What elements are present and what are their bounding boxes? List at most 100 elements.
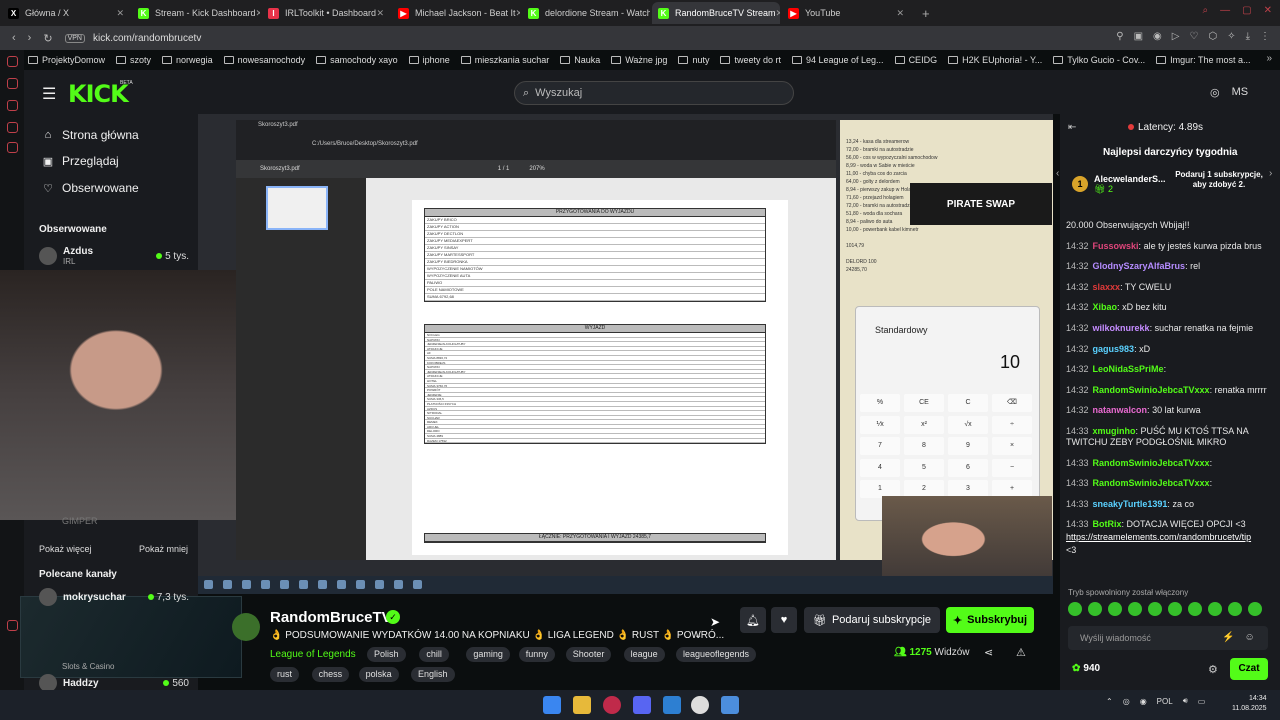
extensions-icon[interactable]: ✧ (1227, 31, 1235, 42)
follow-heart-button[interactable]: ♥ (771, 607, 797, 633)
emote-icon[interactable] (1088, 602, 1102, 616)
stream-tag[interactable]: Shooter (565, 647, 612, 662)
search-input[interactable]: ⌕ Wyszukaj (514, 81, 794, 105)
expand-title-chevron-icon[interactable]: ⌄ (694, 630, 702, 641)
subscribe-button[interactable]: ✦ Subskrybuj (946, 607, 1034, 633)
reload-icon[interactable]: ↻ (43, 32, 52, 45)
vpn-badge[interactable]: VPN (64, 33, 85, 43)
stream-tag[interactable]: funny (518, 647, 555, 662)
bookmark-item[interactable]: nowesamochody (223, 55, 305, 65)
wallet-icon[interactable]: ⬡ (1208, 31, 1217, 42)
channel-name[interactable]: RandomBruceTV (270, 609, 392, 626)
bookmark-item[interactable]: szoty (116, 55, 151, 65)
browser-tab[interactable]: ▶ YouTube ✕ (782, 2, 910, 24)
chevron-right-icon[interactable]: › (1269, 168, 1272, 179)
forward-icon[interactable]: › (28, 32, 32, 44)
message-user[interactable]: Xibao (1093, 302, 1118, 312)
stream-tag[interactable]: gaming (466, 647, 510, 662)
minimize-button[interactable]: — (1220, 5, 1230, 16)
bookmark-item[interactable]: tweety do rt (720, 55, 781, 65)
browser-tab[interactable]: ▶ Michael Jackson - Beat It ✕ (392, 2, 520, 24)
screenshot-icon[interactable]: ▣ (1134, 31, 1143, 42)
bookmark-item[interactable]: Nauka (560, 55, 600, 65)
stream-category[interactable]: League of Legends (270, 649, 356, 660)
stream-tag[interactable]: polska (358, 667, 399, 682)
emote-icon[interactable] (1228, 602, 1242, 616)
tray-app-icon[interactable]: ◎ (1123, 697, 1130, 706)
emote-icon[interactable] (1168, 602, 1182, 616)
new-tab-button[interactable]: + (922, 6, 930, 21)
stream-tag[interactable]: rust (270, 667, 300, 682)
nav-item[interactable]: ▣ Przeglądaj (40, 154, 119, 168)
close-tab-icon[interactable]: ✕ (516, 8, 520, 19)
user-avatar[interactable]: MS (1232, 86, 1249, 99)
clock[interactable]: 14:34 11.08.2025 (1232, 694, 1267, 714)
close-tab-icon[interactable]: ✕ (256, 8, 260, 19)
browser-tab[interactable]: Kdelordione Stream - Watch✕ (522, 2, 650, 24)
emote-icon[interactable] (1108, 602, 1122, 616)
browser-tab[interactable]: K Stream - Kick Dashboard ✕ (132, 2, 260, 24)
messenger-icon[interactable] (663, 696, 681, 714)
bookmark-item[interactable]: 94 League of Leg... (791, 55, 884, 65)
close-tab-icon[interactable]: ✕ (116, 8, 124, 19)
gift-subscription-button[interactable]: 🎁︎ Podaruj subskrypcje (804, 607, 940, 633)
close-tab-icon[interactable]: ✕ (896, 8, 904, 19)
battery-icon[interactable]: ▭ (1198, 697, 1206, 706)
bookmark-item[interactable]: H2K EUphoria! - Y... (948, 55, 1042, 65)
stream-tag[interactable]: chess (311, 667, 350, 682)
emote-icon[interactable] (1148, 602, 1162, 616)
recommended-channel[interactable]: mokrysuchar 7,3 tys. (39, 588, 189, 606)
bookmark-item[interactable]: Imgur: The most a... (1156, 55, 1251, 65)
emote-icon[interactable] (1128, 602, 1142, 616)
bookmark-item[interactable]: CEIDG (894, 55, 937, 65)
nav-item[interactable]: ⌂ Strona główna (40, 128, 139, 142)
bookmark-item[interactable]: Ważne jpg (611, 55, 667, 65)
start-icon[interactable] (543, 696, 561, 714)
commands-icon[interactable]: ⚡ (1222, 632, 1234, 643)
message-user[interactable]: Fussowski (1093, 241, 1139, 251)
browser-icon[interactable] (603, 696, 621, 714)
message-user[interactable]: BotRix (1093, 519, 1122, 529)
channel-points[interactable]: ✿ 940 (1072, 663, 1100, 674)
bookmark-item[interactable]: mieszkania suchar (460, 55, 549, 65)
message-user[interactable]: gagus983 (1093, 344, 1135, 354)
message-user[interactable]: RandomSwinioJebcaTVxxx (1093, 478, 1210, 488)
sidebar-app-icon[interactable] (7, 56, 18, 67)
emoji-icon[interactable]: ☺ (1244, 632, 1254, 643)
all-bookmarks-icon[interactable]: » (1266, 53, 1272, 64)
url-text[interactable]: kick.com/randombrucetv (93, 33, 201, 44)
message-user[interactable]: RandomSwinioJebcaTVxxx (1093, 458, 1210, 468)
emote-icon[interactable] (1068, 602, 1082, 616)
play-icon[interactable]: ▷ (1172, 31, 1180, 42)
message-user[interactable]: GlodnySzaryAlfaBrus (1093, 261, 1186, 271)
browser-tab[interactable]: X Główna / X ✕ (2, 2, 130, 24)
bookmark-item[interactable]: Tylko Gucio - Cov... (1053, 55, 1145, 65)
top-gifter[interactable]: 1 AlecwelanderS... 🎁︎ 2 (1072, 172, 1168, 196)
menu-icon[interactable]: ⋮ (1260, 31, 1270, 42)
obs-icon[interactable] (691, 696, 709, 714)
language-indicator[interactable]: POL (1157, 697, 1173, 706)
stream-tag[interactable]: league (623, 647, 665, 662)
chat-settings-gear-icon[interactable]: ⚙ (1208, 663, 1218, 676)
sidebar-app-icon[interactable] (7, 100, 18, 111)
followed-channel[interactable]: Azdus IRL 5 tys. (39, 246, 189, 266)
stream-tag[interactable]: chill (419, 647, 449, 662)
share-icon[interactable]: ⋖ (984, 646, 993, 659)
stream-tag[interactable]: Polish (367, 647, 406, 662)
calculator-app-icon[interactable] (721, 696, 739, 714)
pin-icon[interactable]: ⚲ (1116, 31, 1123, 42)
search-tabs-icon[interactable]: ⌕ (1203, 5, 1209, 16)
notification-bell-button[interactable]: 🔔︎ (740, 607, 766, 633)
camera-icon[interactable]: ◉ (1153, 31, 1162, 42)
browser-tab[interactable]: K RandomBruceTV Stream ✕ (652, 2, 780, 24)
collapse-chat-icon[interactable]: ⇤ (1068, 122, 1076, 133)
message-user[interactable]: sneakyTurtle1391 (1093, 499, 1168, 509)
tray-chevron-icon[interactable]: ⌃ (1106, 697, 1113, 706)
sidebar-app-icon[interactable] (7, 78, 18, 89)
message-user[interactable]: xmuginho (1093, 426, 1136, 436)
emote-icon[interactable] (1248, 602, 1262, 616)
stream-tag[interactable]: leagueoflegends (676, 647, 757, 662)
nav-item[interactable]: ♡ Obserwowane (40, 181, 139, 195)
message-user[interactable]: RandomSwinioJebcaTVxxx (1093, 385, 1210, 395)
kick-logo[interactable]: KICK (68, 80, 129, 108)
